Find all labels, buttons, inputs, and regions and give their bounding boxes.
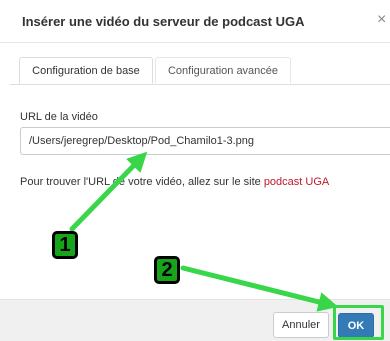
- step-badge-1: 1: [52, 231, 78, 259]
- arrow-step-2: [180, 265, 339, 312]
- step-badge-2: 2: [154, 256, 180, 284]
- annotation-arrows: [69, 151, 339, 312]
- arrow-step-1: [69, 151, 148, 232]
